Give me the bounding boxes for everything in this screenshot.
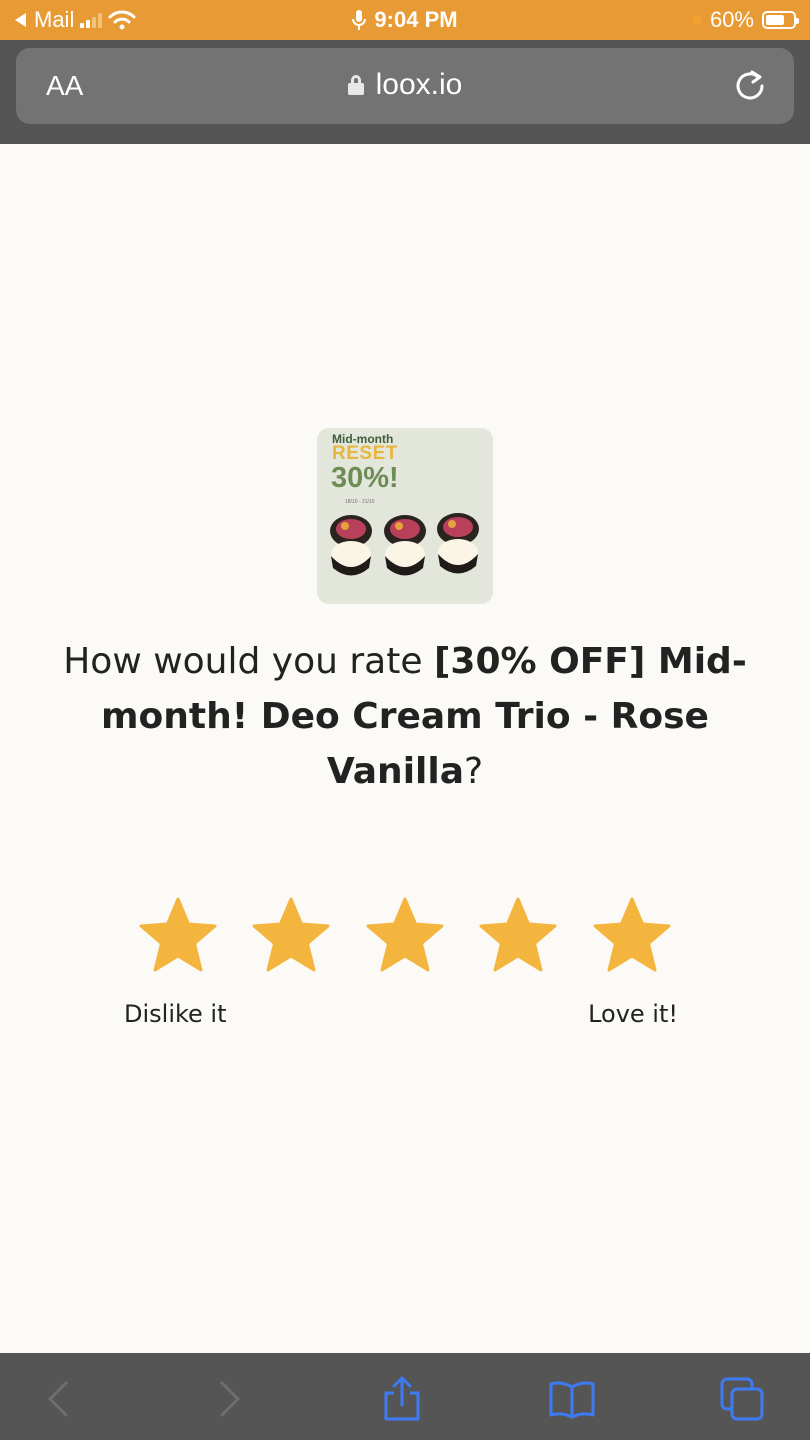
question-suffix: ? xyxy=(464,751,484,792)
star-5-button[interactable] xyxy=(591,896,673,976)
lock-icon xyxy=(347,75,364,95)
star-4-button[interactable] xyxy=(477,896,559,976)
star-3-button[interactable] xyxy=(364,896,446,976)
rating-low-label: Dislike it xyxy=(124,1000,227,1028)
star-2-button[interactable] xyxy=(250,896,332,976)
back-icon[interactable] xyxy=(34,1375,82,1423)
url-field[interactable]: AA loox.io xyxy=(16,48,794,124)
reload-icon[interactable] xyxy=(732,68,768,104)
star-icon xyxy=(366,897,444,972)
rating-high-label: Love it! xyxy=(588,1000,678,1028)
clock: 9:04 PM xyxy=(0,7,810,33)
battery-status: 60% xyxy=(691,7,799,33)
privacy-indicator-icon xyxy=(691,15,702,25)
url-display[interactable]: loox.io xyxy=(16,68,794,102)
microphone-icon xyxy=(352,10,367,30)
browser-address-bar: AA loox.io xyxy=(0,40,810,144)
forward-icon[interactable] xyxy=(206,1375,254,1423)
star-1-button[interactable] xyxy=(137,896,219,976)
battery-icon xyxy=(762,11,799,29)
share-icon[interactable] xyxy=(378,1375,426,1423)
star-icon xyxy=(593,897,671,972)
tabs-icon[interactable] xyxy=(718,1375,766,1423)
star-icon xyxy=(252,897,330,972)
star-icon xyxy=(479,897,557,972)
status-bar: Mail 9:04 PM 60% xyxy=(0,0,810,40)
rating-question: How would you rate [30% OFF] Mid-month! … xyxy=(40,634,770,799)
browser-toolbar xyxy=(0,1353,810,1440)
star-icon xyxy=(139,897,217,972)
url-domain: loox.io xyxy=(375,68,463,101)
question-prefix: How would you rate xyxy=(63,641,434,682)
battery-percent: 60% xyxy=(709,7,754,32)
star-rating xyxy=(0,896,810,976)
product-image: Mid-month RESET 30%! 18/10 - 21/10 xyxy=(317,428,493,604)
cream-jars-icon xyxy=(330,513,479,576)
bookmarks-icon[interactable] xyxy=(548,1375,596,1423)
time-text: 9:04 PM xyxy=(374,7,458,32)
